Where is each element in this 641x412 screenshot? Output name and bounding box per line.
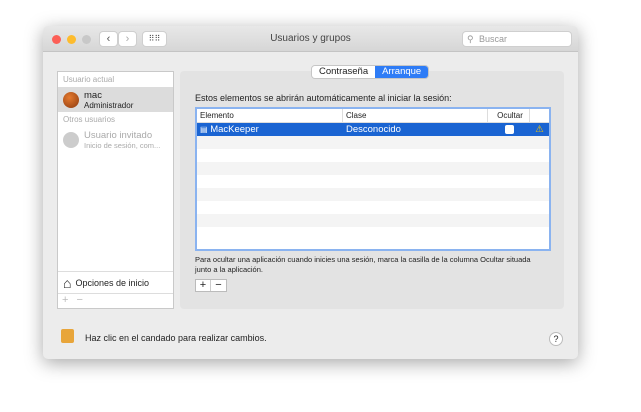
remove-item-button[interactable]: − — [211, 280, 226, 291]
window: ‹ › ⠿⠿ Usuarios y grupos ⚲ Buscar Usuario… — [43, 26, 578, 359]
column-header-class[interactable]: Clase — [343, 109, 488, 122]
guest-detail: Inicio de sesión, com... — [84, 140, 161, 150]
other-users-label: Otros usuarios — [63, 115, 116, 124]
current-user-label: Usuario actual — [63, 75, 115, 84]
element-class: Desconocido — [346, 124, 401, 135]
login-items-panel: Estos elementos se abrirán automáticamen… — [180, 71, 564, 309]
tab-login-items[interactable]: Arranque — [375, 66, 429, 78]
tab-password[interactable]: Contraseña — [312, 66, 376, 78]
user-item-mac[interactable]: mac Administrador — [58, 87, 173, 112]
login-items-table: Elemento Clase Ocultar ▤ MacKeeper Desco… — [195, 107, 551, 251]
user-name: mac — [84, 89, 102, 101]
lock-icon[interactable] — [61, 329, 74, 343]
house-icon: ⌂ — [63, 274, 72, 291]
user-role: Administrador — [84, 100, 134, 110]
add-user-button[interactable]: + — [62, 294, 68, 306]
basketball-avatar-icon — [63, 91, 79, 108]
users-sidebar: Usuario actual mac Administrador Otros us… — [57, 71, 174, 309]
guest-avatar-icon — [63, 131, 79, 148]
app-icon: ▤ — [200, 125, 208, 134]
login-options-label: Opciones de inicio — [75, 277, 150, 288]
warning-icon: ⚠ — [535, 124, 544, 135]
search-input[interactable]: ⚲ Buscar — [462, 31, 572, 47]
add-item-button[interactable]: + — [196, 280, 211, 291]
column-header-hide[interactable]: Ocultar — [488, 109, 530, 122]
title-bar: ‹ › ⠿⠿ Usuarios y grupos ⚲ Buscar — [43, 26, 578, 52]
tab-bar: Contraseña Arranque — [311, 65, 430, 79]
column-header-element[interactable]: Elemento — [197, 109, 343, 122]
guest-name: Usuario invitado — [84, 129, 153, 141]
login-items-heading: Estos elementos se abrirán automáticamen… — [195, 93, 452, 103]
help-button[interactable]: ? — [549, 332, 563, 346]
user-item-guest[interactable]: Usuario invitado Inicio de sesión, com... — [58, 127, 173, 152]
search-placeholder: Buscar — [479, 34, 508, 44]
hint-text: Para ocultar una aplicación cuando inici… — [195, 255, 531, 274]
table-row[interactable]: ▤ MacKeeper Desconocido ⚠ — [197, 123, 549, 136]
remove-user-button[interactable]: − — [76, 294, 82, 306]
search-icon: ⚲ — [467, 34, 474, 44]
login-options-item[interactable]: ⌂ Opciones de inicio — [58, 271, 173, 293]
element-name: MacKeeper — [210, 124, 259, 135]
lock-text: Haz clic en el candado para realizar cam… — [85, 333, 267, 343]
hide-checkbox[interactable] — [504, 124, 514, 134]
